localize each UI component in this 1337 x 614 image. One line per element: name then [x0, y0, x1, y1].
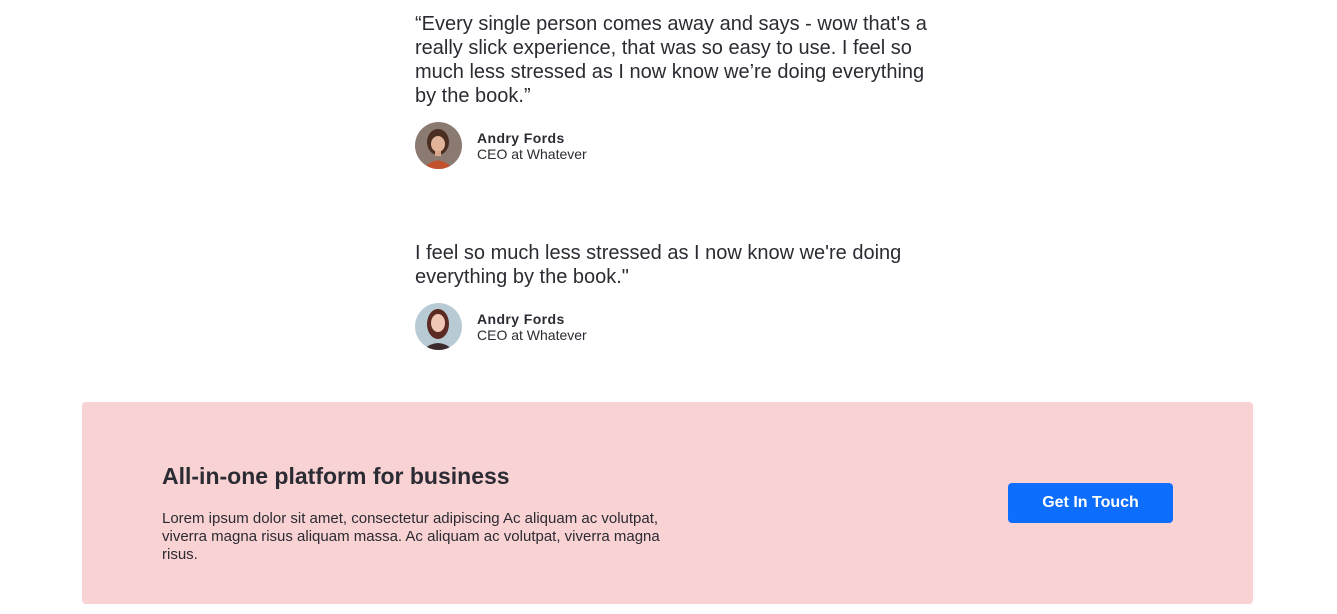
testimonial-quote: “Every single person comes away and says… [415, 13, 927, 107]
author-info: Andry Fords CEO at Whatever [477, 311, 587, 343]
avatar [415, 122, 462, 169]
page: “Every single person comes away and says… [0, 0, 1337, 614]
author-role: CEO at Whatever [477, 145, 587, 162]
author-info: Andry Fords CEO at Whatever [477, 130, 587, 162]
testimonial-author: Andry Fords CEO at Whatever [415, 122, 935, 169]
author-name: Andry Fords [477, 310, 565, 327]
testimonial-card: I feel so much less stressed as I now kn… [415, 241, 935, 350]
get-in-touch-button[interactable]: Get In Touch [1008, 483, 1173, 523]
avatar [415, 303, 462, 350]
cta-description: Lorem ipsum dolor sit amet, consectetur … [162, 510, 660, 563]
author-name: Andry Fords [477, 129, 565, 146]
testimonial-card: “Every single person comes away and says… [415, 12, 935, 169]
cta-banner: All-in-one platform for business Lorem i… [82, 402, 1253, 604]
cta-title: All-in-one platform for business [162, 463, 510, 489]
testimonial-author: Andry Fords CEO at Whatever [415, 303, 935, 350]
author-role: CEO at Whatever [477, 326, 587, 343]
testimonial-quote: I feel so much less stressed as I now kn… [415, 242, 902, 288]
